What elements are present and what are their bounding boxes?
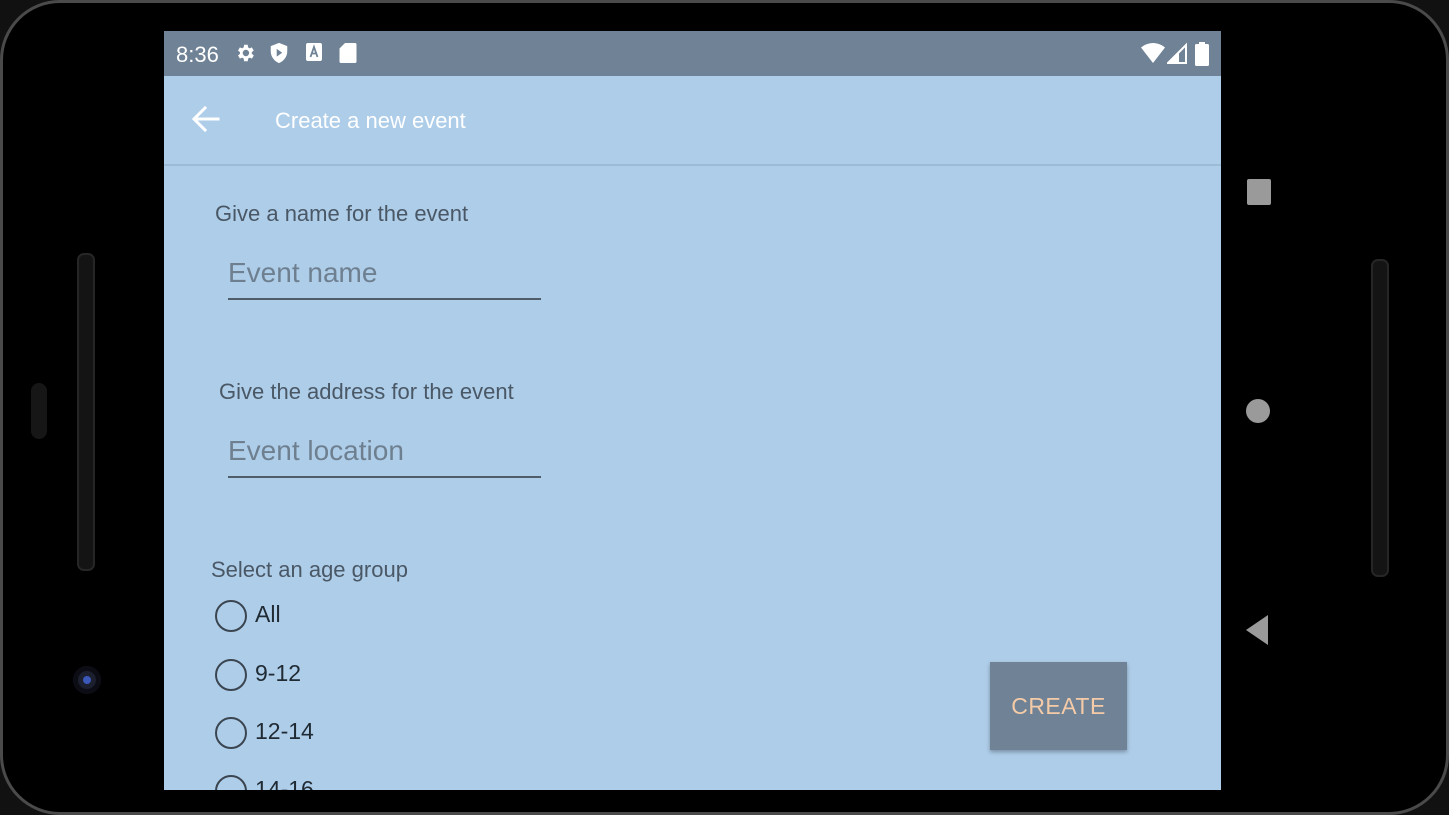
event-name-field[interactable] — [228, 248, 541, 300]
front-camera — [73, 666, 101, 694]
left-speaker-grille — [77, 253, 95, 571]
app-screen: 8:36 Create a new event Give a name for … — [164, 31, 1221, 790]
age-option-all[interactable]: All — [215, 598, 355, 638]
signal-icon — [1167, 42, 1187, 64]
age-option-label: 14-16 — [255, 776, 314, 790]
battery-icon — [1195, 42, 1209, 66]
age-option-14-16[interactable]: 14-16 — [215, 773, 355, 790]
shield-icon — [270, 42, 288, 64]
gear-icon — [238, 44, 254, 62]
age-option-label: 12-14 — [255, 718, 314, 744]
radio-circle-icon[interactable] — [215, 659, 247, 691]
event-address-label: Give the address for the event — [219, 379, 514, 404]
circle-home-icon[interactable] — [1245, 398, 1271, 424]
triangle-back-icon[interactable] — [1245, 614, 1269, 646]
radio-circle-icon[interactable] — [215, 600, 247, 632]
age-option-label: All — [255, 601, 281, 627]
event-name-input[interactable] — [228, 256, 528, 290]
event-location-input[interactable] — [228, 434, 528, 468]
age-option-9-12[interactable]: 9-12 — [215, 657, 355, 697]
radio-circle-icon[interactable] — [215, 775, 247, 790]
sd-card-icon — [339, 43, 357, 63]
arrow-left-icon[interactable] — [190, 103, 222, 135]
right-speaker-grille — [1371, 259, 1389, 577]
device-frame: 8:36 Create a new event Give a name for … — [0, 0, 1449, 815]
sensor-slot — [31, 383, 47, 439]
event-location-field[interactable] — [228, 426, 541, 478]
page-title: Create a new event — [275, 108, 466, 133]
status-bar: 8:36 — [164, 31, 1221, 76]
age-group-label: Select an age group — [211, 557, 408, 582]
age-option-12-14[interactable]: 12-14 — [215, 715, 355, 755]
square-recents-icon[interactable] — [1246, 178, 1272, 206]
create-button[interactable]: CREATE — [990, 662, 1127, 750]
radio-circle-icon[interactable] — [215, 717, 247, 749]
wifi-icon — [1141, 43, 1165, 63]
event-name-label: Give a name for the event — [215, 201, 469, 226]
app-bar: Create a new event — [164, 76, 1221, 166]
status-time: 8:36 — [176, 42, 219, 67]
a-box-icon — [306, 43, 322, 61]
age-option-label: 9-12 — [255, 660, 302, 686]
